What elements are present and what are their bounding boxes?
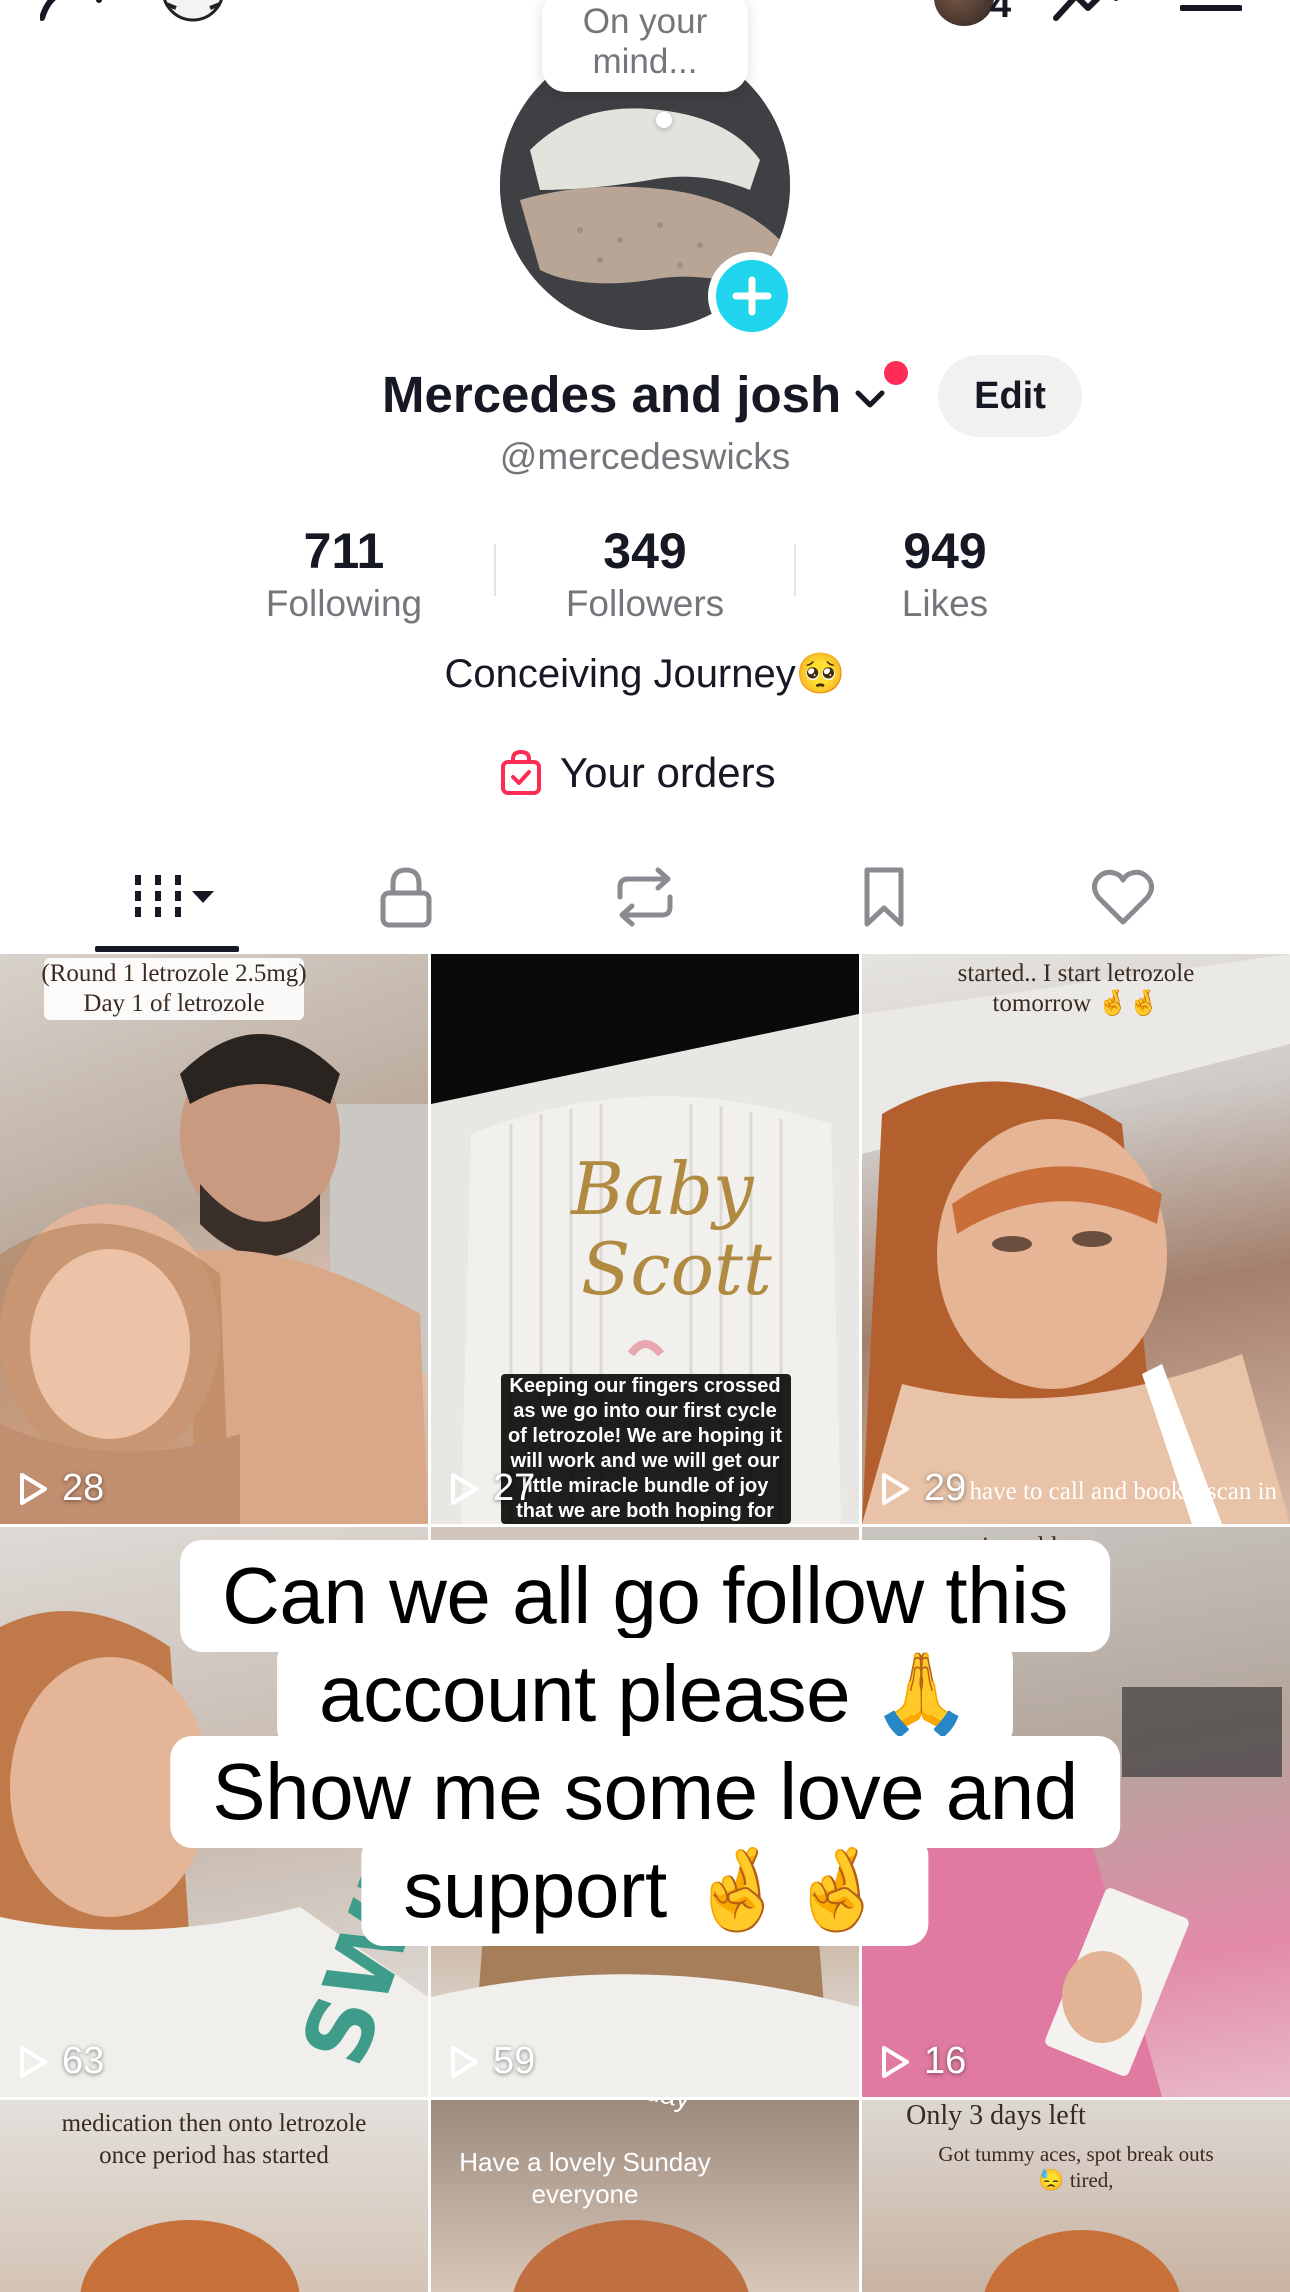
- liked-tab[interactable]: [1063, 860, 1183, 934]
- grid-dropdown-icon: [135, 875, 214, 921]
- view-count: 16: [880, 2040, 966, 2083]
- view-count: 63: [18, 2040, 104, 2083]
- soccer-ball-icon[interactable]: [160, 0, 226, 22]
- heart-icon: [1091, 869, 1155, 925]
- overlay-line: Can we all go follow this: [180, 1540, 1110, 1652]
- video-caption: tomorrow 🤞🤞: [992, 990, 1160, 1017]
- active-tab-indicator: [95, 946, 239, 952]
- video-thumbnail: [0, 958, 428, 1524]
- view-count: 27: [449, 1467, 535, 1510]
- video-caption: of letrozole! We are hoping it: [507, 1425, 783, 1447]
- video-tile[interactable]: Only 3 days left Got tummy aces, spot br…: [862, 2100, 1290, 2292]
- stat-following[interactable]: 711 Following: [214, 520, 474, 626]
- add-story-button[interactable]: [708, 252, 796, 340]
- stat-label: Following: [265, 583, 423, 624]
- video-caption: as we go into our first cycle: [513, 1400, 777, 1422]
- trend-icon[interactable]: [1052, 0, 1124, 22]
- overlay-line: support 🤞🤞: [361, 1834, 929, 1946]
- edit-profile-button[interactable]: Edit: [938, 355, 1082, 437]
- plus-icon: [732, 276, 772, 316]
- switch-account-avatar[interactable]: [934, 0, 994, 26]
- video-caption: everyone: [531, 2179, 639, 2209]
- name-embroidery-text: Scott: [581, 1227, 773, 1311]
- stat-label: Likes: [901, 583, 989, 624]
- stat-value: 711: [303, 523, 385, 579]
- video-tile[interactable]: y Sunday Have a lovely Sunday everyone: [431, 2100, 859, 2292]
- video-tile[interactable]: Baby Scott Keeping our fingers crossed a…: [431, 954, 859, 1524]
- overlay-line: Show me some love and: [170, 1736, 1120, 1848]
- stat-followers[interactable]: 349 Followers: [515, 520, 775, 626]
- view-count-value: 63: [62, 2040, 105, 2082]
- play-icon: [20, 2045, 47, 2078]
- play-icon: [882, 2045, 909, 2078]
- name-row: Mercedes and josh Edit: [0, 355, 1290, 437]
- view-count-value: 16: [924, 2040, 967, 2082]
- notification-dot: [884, 361, 908, 385]
- profile-name[interactable]: Mercedes and josh: [382, 365, 841, 424]
- profile-bio: Conceiving Journey🥺: [444, 652, 846, 696]
- profile-tabs: [0, 840, 1290, 954]
- view-count-value: 29: [924, 1467, 967, 1509]
- your-orders-link[interactable]: Your orders: [500, 745, 776, 801]
- video-caption: Only 3 days left: [906, 2100, 1086, 2131]
- bookmark-icon: [864, 867, 904, 927]
- menu-icon[interactable]: [1180, 0, 1242, 22]
- stat-label: Followers: [565, 583, 725, 624]
- lock-icon: [380, 867, 432, 928]
- view-count: 59: [449, 2040, 535, 2083]
- repost-icon: [617, 867, 673, 927]
- stat-divider: [494, 544, 496, 596]
- overlay-line: account please 🙏: [277, 1638, 1013, 1750]
- video-tile[interactable]: started.. I start letrozole tomorrow 🤞🤞 …: [862, 954, 1290, 1524]
- shopping-bag-icon: [501, 750, 541, 795]
- note-text-line1: On your: [582, 2, 708, 41]
- note-text-line2: mind...: [592, 42, 698, 81]
- favorites-tab[interactable]: [824, 860, 944, 934]
- view-count-value: 59: [493, 2040, 536, 2082]
- view-count: 28: [18, 1467, 104, 1510]
- your-orders-label: Your orders: [560, 749, 776, 796]
- video-caption: started.. I start letrozole: [957, 960, 1195, 987]
- play-icon: [451, 2045, 478, 2078]
- stat-value: 949: [903, 523, 987, 579]
- profile-stats: 711 Following 349 Followers 949 Likes: [0, 520, 1290, 630]
- video-caption: Keeping our fingers crossed: [509, 1375, 781, 1397]
- baby-embroidery-text: Baby: [569, 1147, 755, 1231]
- username: @mercedeswicks: [499, 436, 791, 477]
- view-count: 29: [880, 1467, 966, 1510]
- stat-likes[interactable]: 949 Likes: [815, 520, 1075, 626]
- add-user-icon[interactable]: [40, 0, 114, 22]
- video-caption: Day 1 of letrozole: [83, 990, 265, 1017]
- private-tab[interactable]: [346, 860, 466, 934]
- stat-value: 349: [603, 523, 687, 579]
- reposts-tab[interactable]: [585, 860, 705, 934]
- video-tile[interactable]: medication then onto letrozole once peri…: [0, 2100, 428, 2292]
- video-caption: Have a lovely Sunday: [459, 2147, 711, 2177]
- videos-tab[interactable]: [110, 860, 230, 934]
- play-icon: [451, 1472, 478, 1505]
- video-caption: once period has started: [99, 2142, 329, 2169]
- stat-divider: [794, 544, 796, 596]
- note-bubble[interactable]: On your mind...: [542, 0, 748, 92]
- video-caption: 😓 tired,: [1038, 2168, 1114, 2192]
- play-icon: [20, 1472, 47, 1505]
- video-tile[interactable]: (Round 1 letrozole 2.5mg) Day 1 of letro…: [0, 954, 428, 1524]
- video-caption: (Round 1 letrozole 2.5mg): [41, 960, 307, 987]
- view-count-value: 27: [493, 1467, 536, 1509]
- video-thumbnail: [862, 954, 1290, 1524]
- chevron-down-icon[interactable]: [852, 381, 888, 417]
- note-bubble-tail: [656, 112, 672, 128]
- video-caption: medication then onto letrozole: [61, 2110, 367, 2137]
- account-badge-count: 4: [990, 0, 1012, 26]
- view-count-value: 28: [62, 1467, 105, 1509]
- play-icon: [882, 1472, 909, 1505]
